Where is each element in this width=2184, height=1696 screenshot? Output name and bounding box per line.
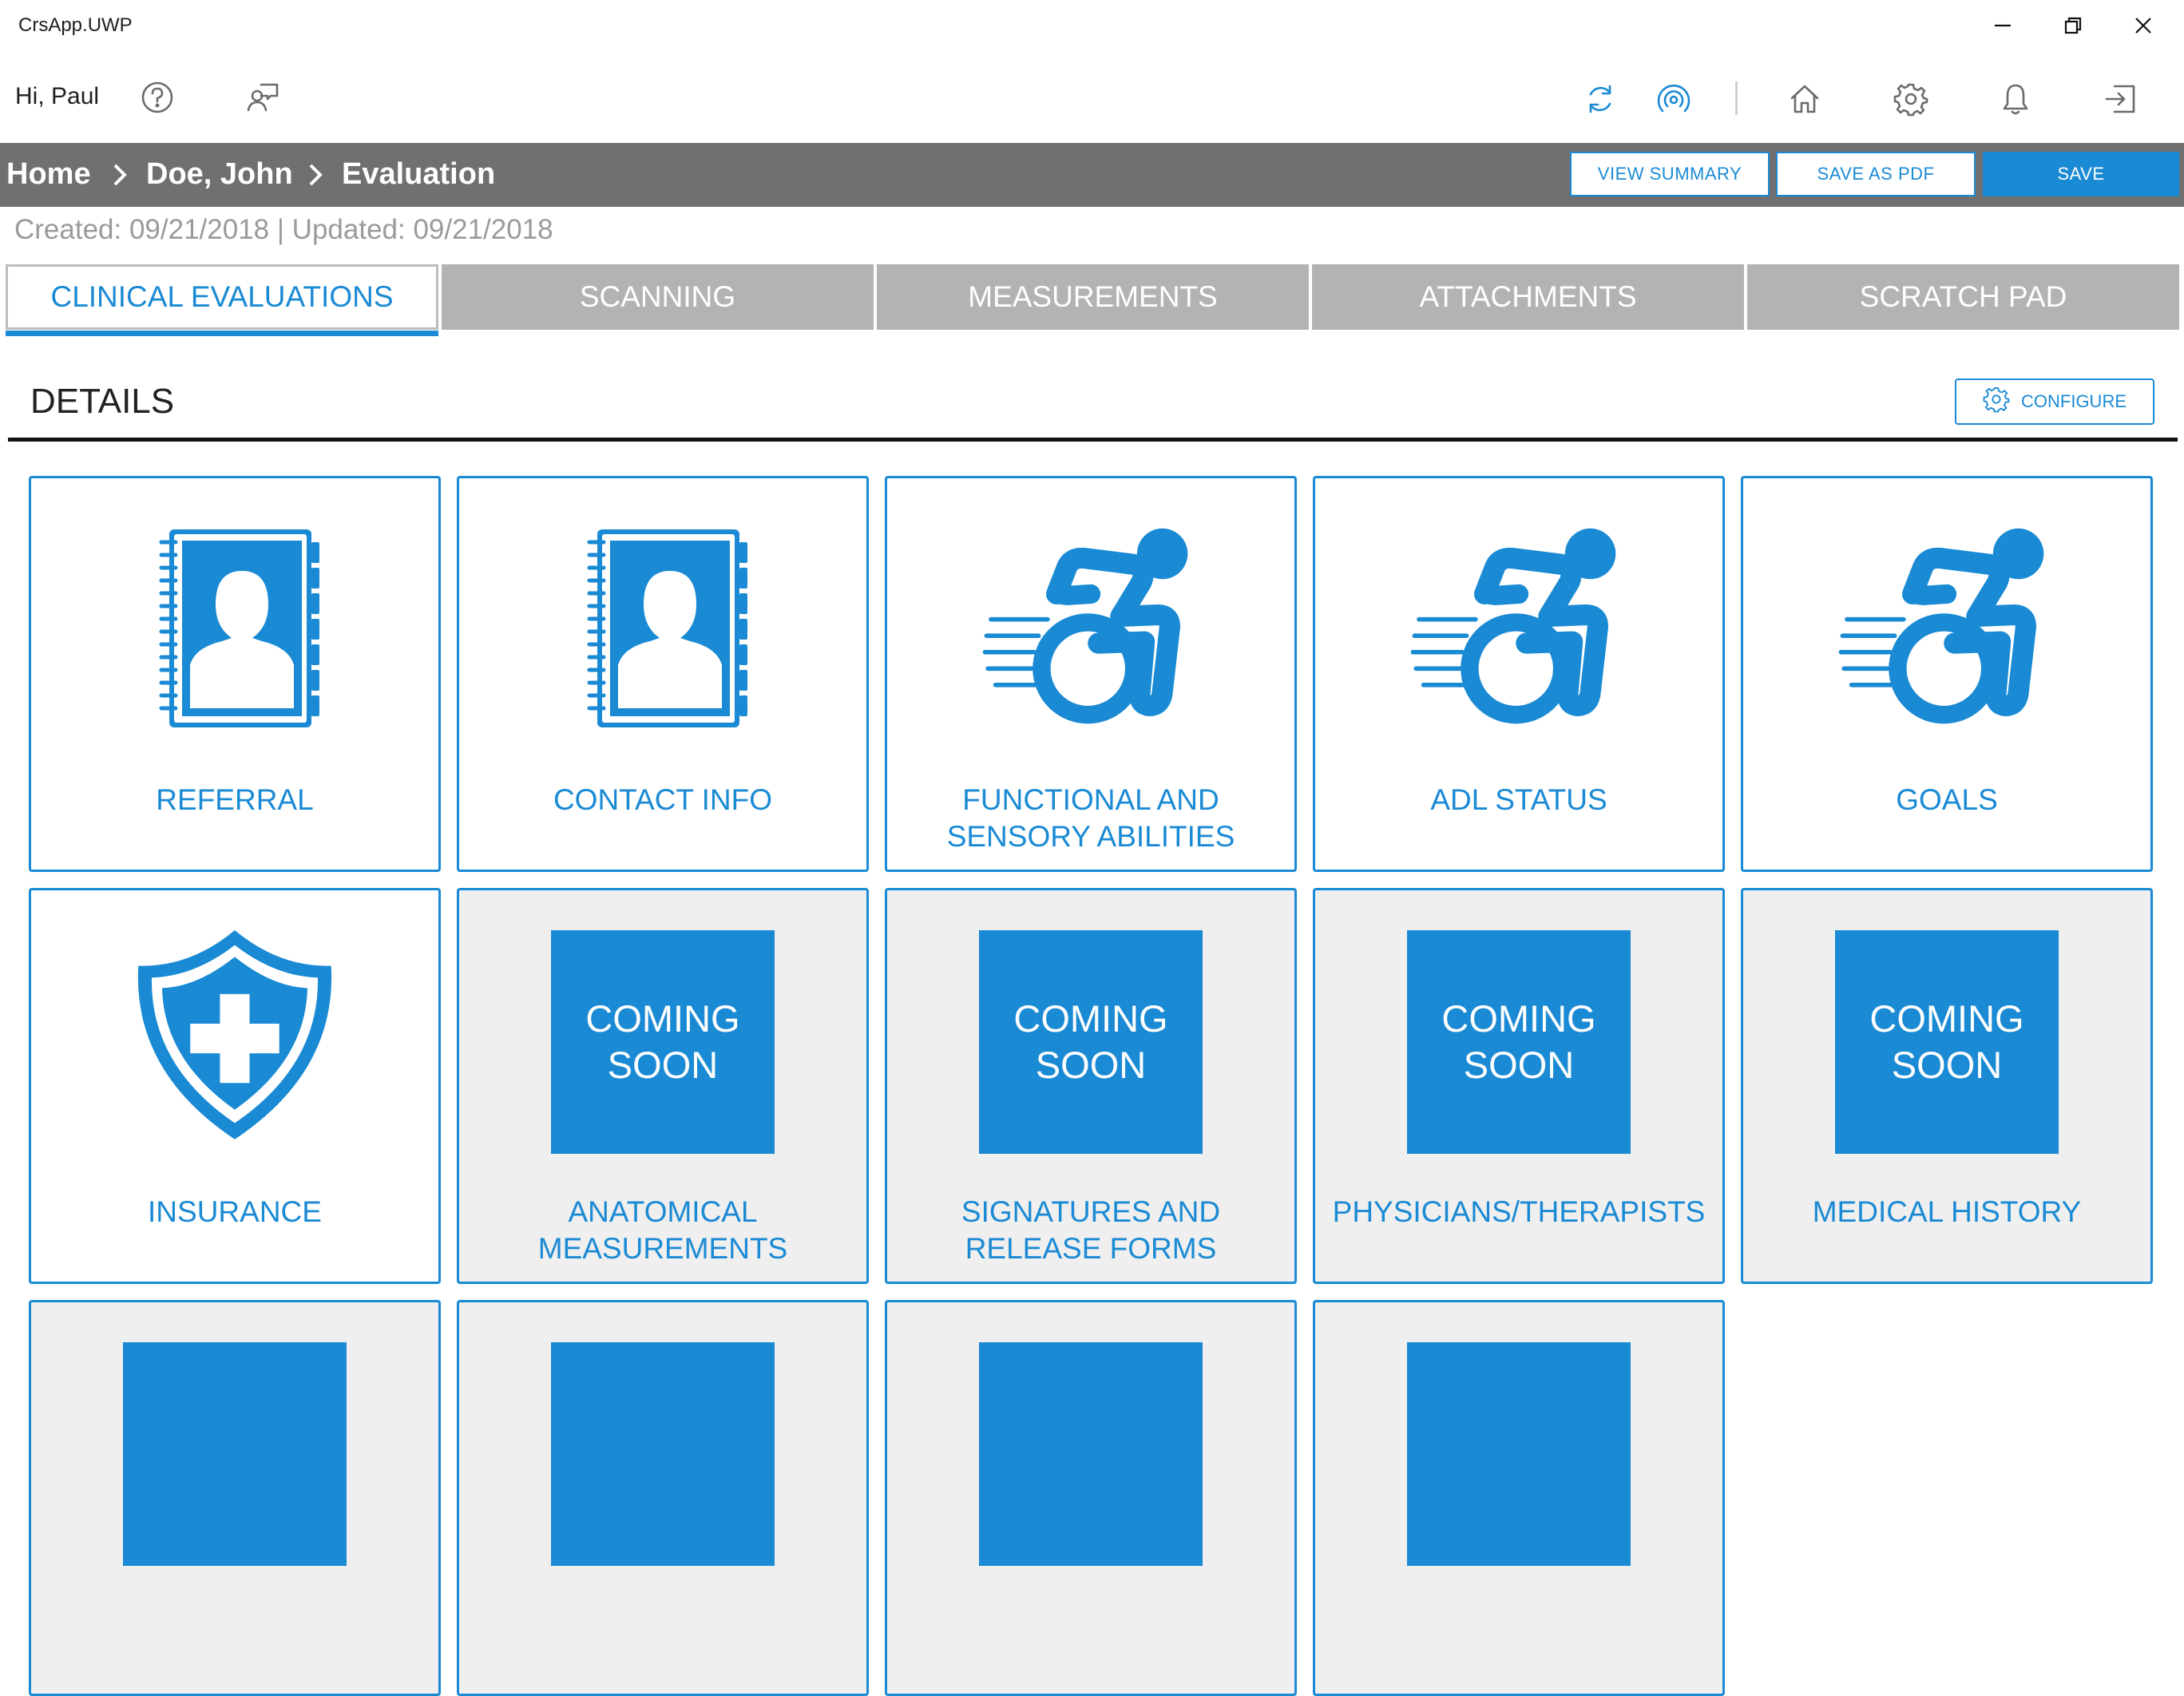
- window-titlebar: CrsApp.UWP: [0, 0, 2184, 51]
- tab-scratch-pad[interactable]: SCRATCH PAD: [1747, 264, 2179, 330]
- chevron-right-icon: [303, 160, 327, 189]
- tile-label: PHYSICIANS/THERAPISTS: [1332, 1195, 1706, 1228]
- tile-label: ANATOMICAL MEASUREMENTS: [537, 1195, 788, 1265]
- created-updated-dates: Created: 09/21/2018 | Updated: 09/21/201…: [14, 214, 553, 245]
- tile-referral[interactable]: REFERRAL: [29, 476, 441, 872]
- tile-medical-history[interactable]: COMING SOON MEDICAL HISTORY: [1741, 888, 2153, 1284]
- breadcrumb-patient[interactable]: Doe, John: [146, 157, 293, 192]
- tile-partial[interactable]: [1313, 1300, 1725, 1696]
- gear-icon: [1983, 386, 2010, 418]
- tile-partial[interactable]: [457, 1300, 869, 1696]
- breadcrumb-home[interactable]: Home: [6, 157, 91, 192]
- coming-soon-badge: COMING SOON: [1407, 930, 1631, 1154]
- section-title: DETAILS: [30, 382, 175, 421]
- wheelchair-icon: [979, 515, 1203, 739]
- tile-label: REFERRAL: [156, 783, 314, 816]
- bell-icon[interactable]: [1996, 80, 2035, 118]
- coming-soon-badge: COMING SOON: [1835, 930, 2059, 1154]
- contact-book-icon: [551, 515, 775, 739]
- tile-label: MEDICAL HISTORY: [1812, 1195, 2082, 1228]
- coming-soon-badge: [1407, 1342, 1631, 1566]
- tile-label: GOALS: [1896, 783, 1998, 816]
- user-greeting: Hi, Paul: [15, 83, 100, 109]
- tile-adl-status[interactable]: ADL STATUS: [1313, 476, 1725, 872]
- tile-insurance[interactable]: INSURANCE: [29, 888, 441, 1284]
- save-as-pdf-button[interactable]: SAVE AS PDF: [1776, 152, 1976, 196]
- logout-icon[interactable]: [2102, 80, 2140, 118]
- save-button[interactable]: SAVE: [1983, 152, 2179, 196]
- home-icon[interactable]: [1786, 80, 1824, 118]
- minimize-icon[interactable]: [1964, 6, 2041, 45]
- wheelchair-icon: [1835, 515, 2059, 739]
- coming-soon-badge: COMING SOON: [551, 930, 775, 1154]
- configure-button[interactable]: CONFIGURE: [1955, 378, 2154, 425]
- tab-clinical-evaluations[interactable]: CLINICAL EVALUATIONS: [6, 264, 438, 330]
- tile-label: ADL STATUS: [1430, 783, 1607, 816]
- coming-soon-badge: [551, 1342, 775, 1566]
- coming-soon-badge: [123, 1342, 347, 1566]
- section-divider: [8, 438, 2178, 442]
- coming-soon-badge: [979, 1342, 1203, 1566]
- close-icon[interactable]: [2105, 6, 2182, 45]
- restore-icon[interactable]: [2035, 6, 2111, 45]
- configure-label: CONFIGURE: [2021, 391, 2127, 411]
- tile-label: INSURANCE: [148, 1195, 322, 1228]
- breadcrumb: Home Doe, John Evaluation VIEW SUMMARY S…: [0, 143, 2184, 207]
- tab-attachments[interactable]: ATTACHMENTS: [1312, 264, 1744, 330]
- tile-label: SIGNATURES AND RELEASE FORMS: [961, 1195, 1221, 1265]
- help-icon[interactable]: [138, 78, 176, 117]
- chevron-right-icon: [108, 160, 132, 189]
- tile-signatures-release[interactable]: COMING SOON SIGNATURES AND RELEASE FORMS: [885, 888, 1297, 1284]
- shield-cross-icon: [123, 922, 347, 1146]
- coming-soon-badge: COMING SOON: [979, 930, 1203, 1154]
- breadcrumb-current: Evaluation: [342, 157, 496, 191]
- feedback-icon[interactable]: [244, 78, 282, 117]
- tile-physicians-therapists[interactable]: COMING SOON PHYSICIANS/THERAPISTS: [1313, 888, 1725, 1284]
- view-summary-button[interactable]: VIEW SUMMARY: [1570, 152, 1770, 196]
- gear-icon[interactable]: [1892, 80, 1930, 118]
- tile-partial[interactable]: [885, 1300, 1297, 1696]
- tile-label: FUNCTIONAL AND SENSORY ABILITIES: [946, 783, 1235, 853]
- tile-contact-info[interactable]: CONTACT INFO: [457, 476, 869, 872]
- tab-measurements[interactable]: MEASUREMENTS: [877, 264, 1309, 330]
- tile-anatomical-measurements[interactable]: COMING SOON ANATOMICAL MEASUREMENTS: [457, 888, 869, 1284]
- wheelchair-icon: [1407, 515, 1631, 739]
- tab-scanning[interactable]: SCANNING: [442, 264, 874, 330]
- active-tab-indicator: [6, 331, 438, 336]
- tile-label: CONTACT INFO: [553, 783, 773, 816]
- tile-functional-sensory[interactable]: FUNCTIONAL AND SENSORY ABILITIES: [885, 476, 1297, 872]
- app-title: CrsApp.UWP: [18, 14, 133, 36]
- tile-goals[interactable]: GOALS: [1741, 476, 2153, 872]
- tile-partial[interactable]: [29, 1300, 441, 1696]
- sync-icon[interactable]: [1581, 80, 1619, 118]
- contact-book-icon: [123, 515, 347, 739]
- broadcast-icon[interactable]: [1655, 80, 1693, 118]
- header-separator: [1735, 81, 1738, 115]
